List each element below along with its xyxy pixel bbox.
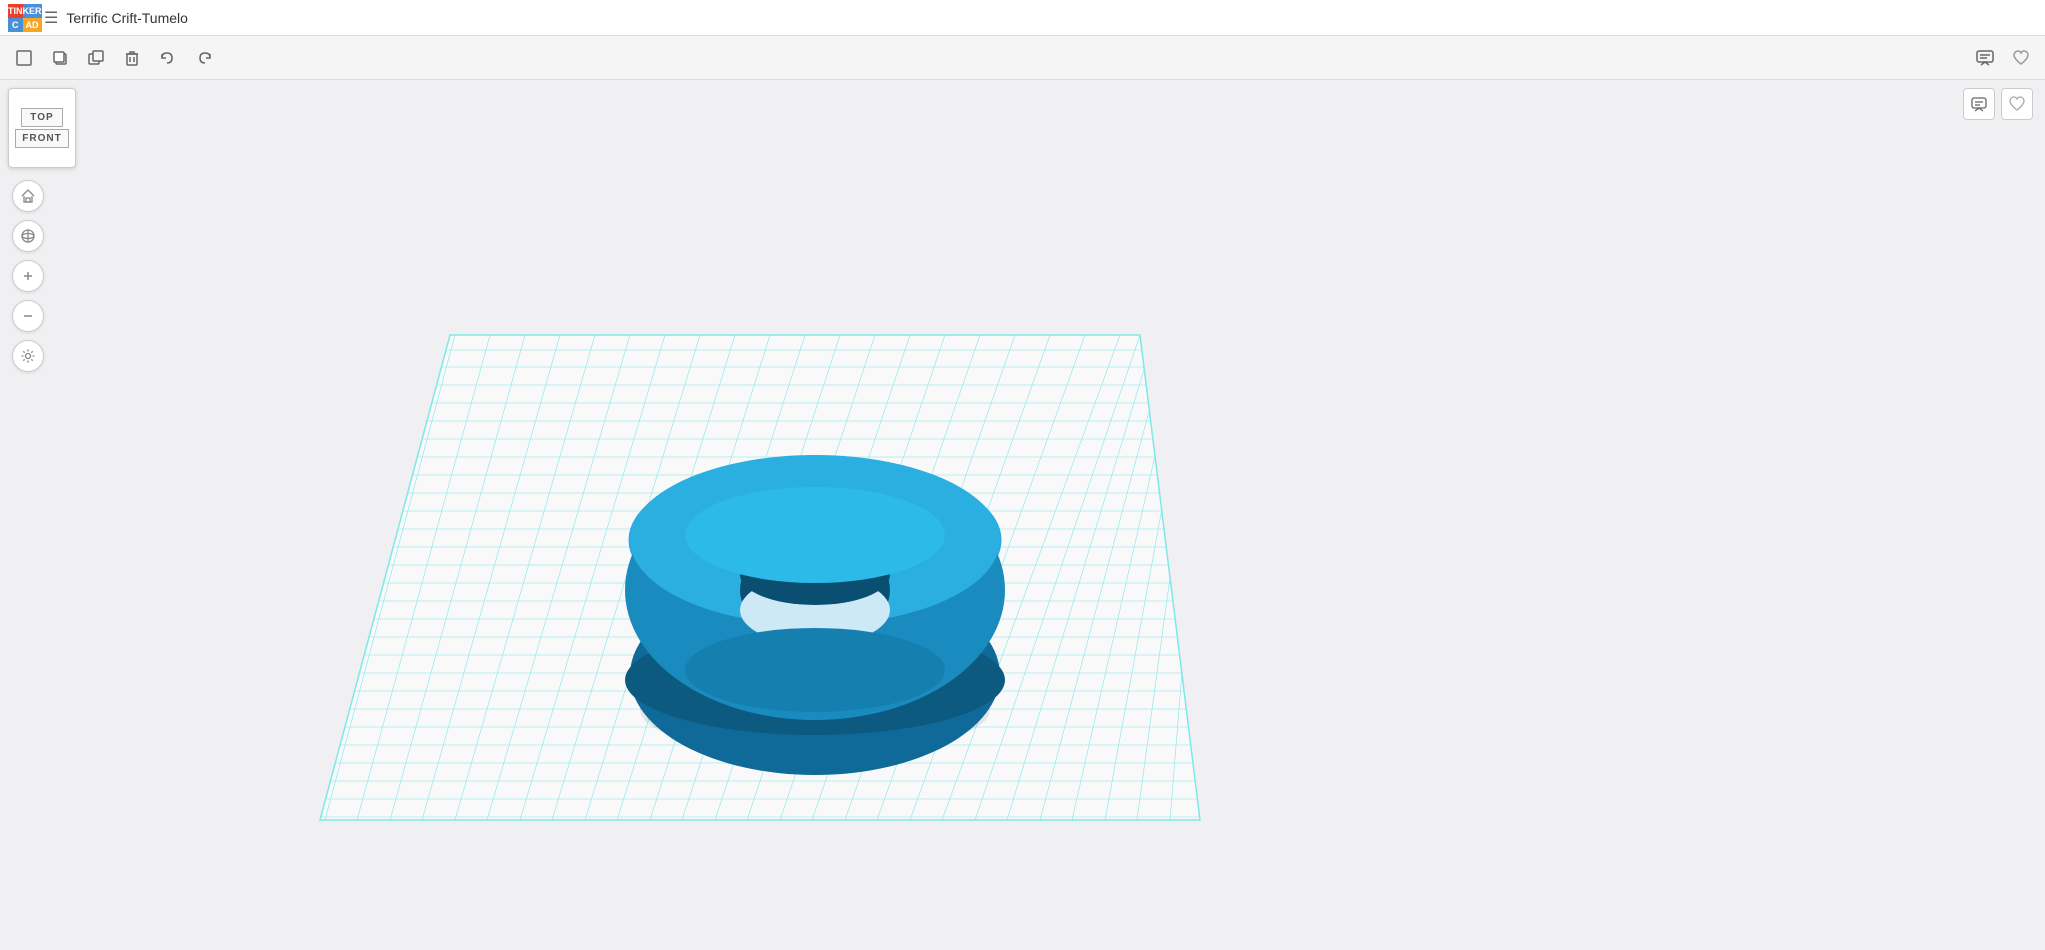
viewport[interactable]: TOP FRONT — [0, 80, 2045, 950]
delete-button[interactable] — [116, 42, 148, 74]
duplicate-button[interactable] — [80, 42, 112, 74]
zoom-in-button[interactable] — [12, 260, 44, 292]
undo-button[interactable] — [152, 42, 184, 74]
settings-button[interactable] — [12, 340, 44, 372]
view-cube[interactable]: TOP FRONT — [8, 88, 76, 168]
zoom-out-button[interactable] — [12, 300, 44, 332]
heart-button[interactable] — [2001, 88, 2033, 120]
favorite-button[interactable] — [2005, 42, 2037, 74]
logo-tin: TIN — [8, 4, 23, 18]
new-button[interactable] — [8, 42, 40, 74]
scene-canvas[interactable] — [0, 80, 2045, 950]
right-controls — [1963, 88, 2033, 120]
toolbar — [0, 36, 2045, 80]
orbit-button[interactable] — [12, 220, 44, 252]
document-icon: ☰ — [44, 8, 58, 28]
home-button[interactable] — [12, 180, 44, 212]
logo-ad: AD — [23, 18, 42, 32]
tinkercad-logo: TIN KER C AD — [8, 4, 36, 32]
view-cube-top[interactable]: TOP — [21, 108, 62, 127]
redo-button[interactable] — [188, 42, 220, 74]
logo-c: C — [8, 18, 23, 32]
document-title[interactable]: Terrific Crift-Tumelo — [66, 10, 188, 26]
left-controls — [12, 180, 44, 372]
chat-button[interactable] — [1969, 42, 2001, 74]
share-button[interactable] — [1963, 88, 1995, 120]
logo-ker: KER — [23, 4, 42, 18]
view-cube-front[interactable]: FRONT — [15, 129, 68, 148]
title-bar: TIN KER C AD ☰ Terrific Crift-Tumelo — [0, 0, 2045, 36]
copy-button[interactable] — [44, 42, 76, 74]
